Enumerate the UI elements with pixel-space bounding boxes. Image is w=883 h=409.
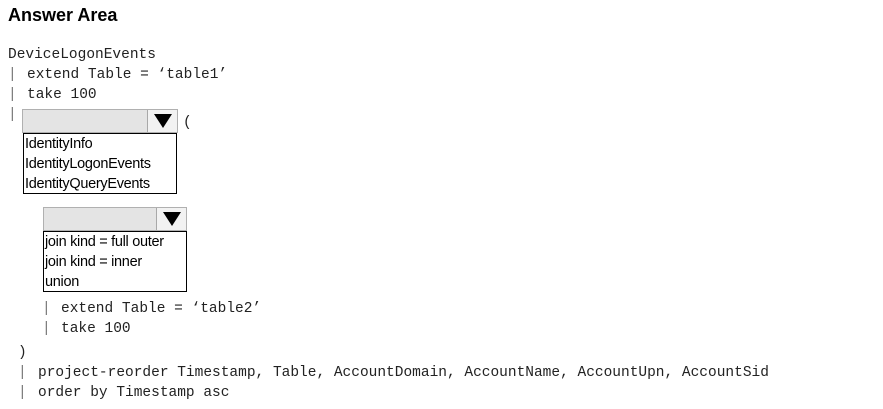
code-close-paren: ) xyxy=(18,345,27,361)
pipe-symbol: | xyxy=(8,87,17,103)
pipe-symbol: | xyxy=(8,107,17,123)
code-extend-table1: extend Table = ‘table1’ xyxy=(27,67,228,83)
option-identityinfo[interactable]: IdentityInfo xyxy=(25,134,176,154)
answer-area-heading: Answer Area xyxy=(8,5,118,25)
code-source-table: DeviceLogonEvents xyxy=(8,47,156,63)
pipe-symbol: | xyxy=(42,321,51,337)
option-join-full-outer[interactable]: join kind = full outer xyxy=(45,232,186,252)
option-identityqueryevents[interactable]: IdentityQueryEvents xyxy=(25,174,176,194)
table-dropdown-options: IdentityInfo IdentityLogonEvents Identit… xyxy=(23,133,177,194)
pipe-symbol: | xyxy=(8,67,17,83)
operator-dropdown[interactable] xyxy=(43,207,187,231)
triangle-down-icon xyxy=(154,114,172,128)
code-project-reorder: project-reorder Timestamp, Table, Accoun… xyxy=(38,365,769,381)
option-union[interactable]: union xyxy=(45,272,186,292)
table-dropdown[interactable] xyxy=(22,109,178,133)
table-dropdown-button[interactable] xyxy=(147,110,177,132)
triangle-down-icon xyxy=(163,212,181,226)
code-order-by: order by Timestamp asc xyxy=(38,385,230,401)
operator-dropdown-button[interactable] xyxy=(156,208,186,230)
option-identitylogonevents[interactable]: IdentityLogonEvents xyxy=(25,154,176,174)
pipe-symbol: | xyxy=(18,385,27,401)
code-take-100: take 100 xyxy=(27,87,97,103)
option-join-inner[interactable]: join kind = inner xyxy=(45,252,186,272)
code-take-100-sub: take 100 xyxy=(61,321,131,337)
pipe-symbol: | xyxy=(42,301,51,317)
pipe-symbol: | xyxy=(18,365,27,381)
operator-dropdown-options: join kind = full outer join kind = inner… xyxy=(43,231,187,292)
code-extend-table2: extend Table = ‘table2’ xyxy=(61,301,262,317)
code-open-paren: ( xyxy=(183,115,192,131)
